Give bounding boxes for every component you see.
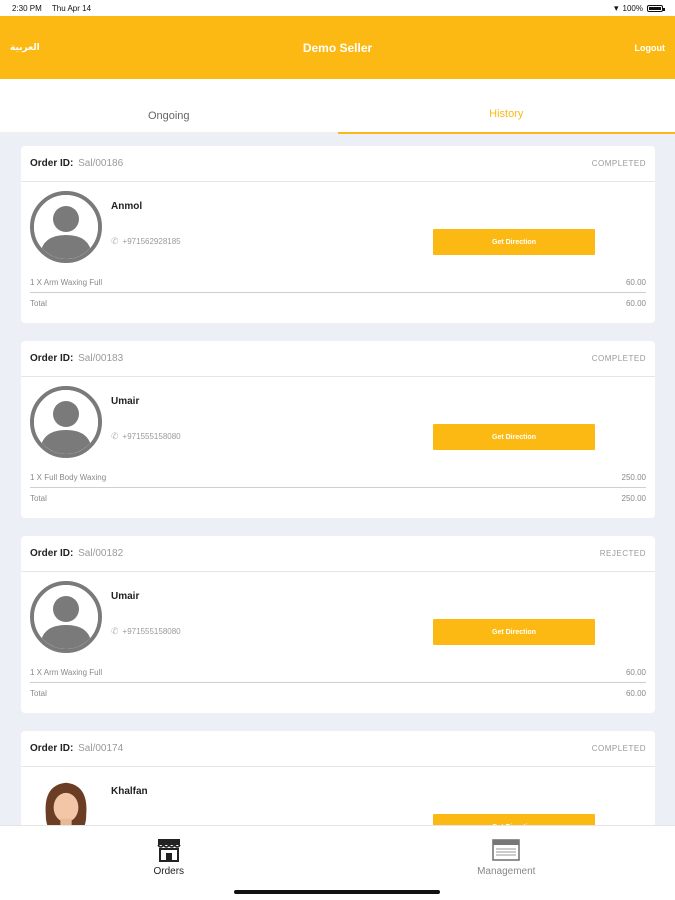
nav-management-label: Management [477, 866, 536, 877]
phone-number: +971555158080 [122, 627, 181, 636]
phone-icon: ✆ [111, 626, 119, 636]
avatar [30, 386, 102, 458]
total-value: 60.00 [625, 299, 646, 308]
line-item-name: 1 X Arm Waxing Full [30, 668, 103, 677]
page-title: Demo Seller [302, 40, 373, 55]
line-item-name: 1 X Full Body Waxing [30, 473, 107, 482]
customer-phone[interactable]: ✆ +971555158080 [111, 431, 181, 442]
order-id-label: Order ID: [30, 743, 74, 754]
status-date: Thu Apr 14 [51, 3, 92, 13]
battery-icon [647, 4, 665, 12]
order-card: Order ID: Sal/00186 COMPLETED Anmol ✆ +9… [21, 146, 655, 323]
battery-percent: 100% [622, 3, 643, 13]
order-tabs: Ongoing History [0, 79, 675, 134]
customer-name: Umair [111, 591, 140, 602]
placeholder-avatar-icon [34, 390, 98, 454]
language-toggle[interactable]: العربية [10, 42, 40, 53]
get-direction-button[interactable]: Get Direction [433, 814, 595, 825]
order-id-label: Order ID: [30, 158, 74, 169]
total-label: Total [30, 689, 47, 698]
status-badge: REJECTED [599, 549, 646, 558]
status-bar: 2:30 PM Thu Apr 14 ▾ 100% [0, 0, 675, 16]
total-row: Total 60.00 [30, 689, 646, 698]
total-row: Total 60.00 [30, 299, 646, 308]
phone-number: +971555158080 [122, 432, 181, 441]
line-item: 1 X Arm Waxing Full 60.00 [30, 278, 646, 287]
order-id-label: Order ID: [30, 548, 74, 559]
nav-management[interactable]: Management [338, 826, 675, 900]
customer-name: Umair [111, 396, 140, 407]
status-badge: COMPLETED [591, 744, 646, 753]
customer-phone[interactable]: ✆ +971562928185 [111, 236, 181, 247]
divider [30, 682, 646, 683]
placeholder-avatar-icon [34, 585, 98, 649]
tab-ongoing[interactable]: Ongoing [0, 79, 338, 134]
line-item-price: 60.00 [625, 668, 646, 677]
status-badge: COMPLETED [591, 354, 646, 363]
total-label: Total [30, 494, 47, 503]
total-value: 250.00 [621, 494, 646, 503]
get-direction-button[interactable]: Get Direction [433, 619, 595, 645]
nav-orders-label: Orders [153, 866, 185, 877]
order-card: Order ID: Sal/00182 REJECTED Umair ✆ +97… [21, 536, 655, 713]
order-card-header: Order ID: Sal/00174 COMPLETED [21, 731, 655, 767]
line-item-name: 1 X Arm Waxing Full [30, 278, 103, 287]
status-time: 2:30 PM [12, 3, 42, 13]
order-card: Order ID: Sal/00183 COMPLETED Umair ✆ +9… [21, 341, 655, 518]
phone-icon: ✆ [111, 431, 119, 441]
order-id: Sal/00174 [78, 743, 124, 754]
store-icon [157, 839, 181, 862]
total-value: 60.00 [625, 689, 646, 698]
line-item-price: 60.00 [625, 278, 646, 287]
order-card-header: Order ID: Sal/00182 REJECTED [21, 536, 655, 572]
order-id: Sal/00186 [78, 158, 124, 169]
avatar [30, 191, 102, 263]
woman-photo [45, 782, 87, 825]
customer-name: Khalfan [111, 786, 148, 797]
order-list[interactable]: Order ID: Sal/00186 COMPLETED Anmol ✆ +9… [0, 134, 675, 825]
divider [30, 292, 646, 293]
divider [30, 487, 646, 488]
wifi-icon: ▾ [614, 2, 619, 13]
line-item-price: 250.00 [621, 473, 646, 482]
get-direction-button[interactable]: Get Direction [433, 424, 595, 450]
home-indicator [234, 890, 440, 894]
total-label: Total [30, 299, 47, 308]
status-badge: COMPLETED [591, 159, 646, 168]
get-direction-button[interactable]: Get Direction [433, 229, 595, 255]
nav-orders[interactable]: Orders [0, 826, 338, 900]
order-card-header: Order ID: Sal/00186 COMPLETED [21, 146, 655, 182]
line-item: 1 X Arm Waxing Full 60.00 [30, 668, 646, 677]
order-id-label: Order ID: [30, 353, 74, 364]
customer-phone[interactable]: ✆ +971555158080 [111, 626, 181, 637]
bottom-nav: Orders Management [0, 825, 675, 900]
app-header: العربية Demo Seller Logout [0, 16, 675, 79]
order-id: Sal/00183 [78, 353, 124, 364]
placeholder-avatar-icon [34, 195, 98, 259]
avatar [30, 581, 102, 653]
calendar-icon [492, 839, 521, 861]
order-id: Sal/00182 [78, 548, 124, 559]
phone-icon: ✆ [111, 236, 119, 246]
phone-number: +971562928185 [122, 237, 181, 246]
line-item: 1 X Full Body Waxing 250.00 [30, 473, 646, 482]
logout-button[interactable]: Logout [635, 43, 666, 53]
customer-name: Anmol [111, 201, 143, 212]
total-row: Total 250.00 [30, 494, 646, 503]
tab-history[interactable]: History [337, 79, 675, 134]
avatar [30, 776, 102, 825]
order-card: Order ID: Sal/00174 COMPLETED Khalfan ✆ … [21, 731, 655, 825]
order-card-header: Order ID: Sal/00183 COMPLETED [21, 341, 655, 377]
